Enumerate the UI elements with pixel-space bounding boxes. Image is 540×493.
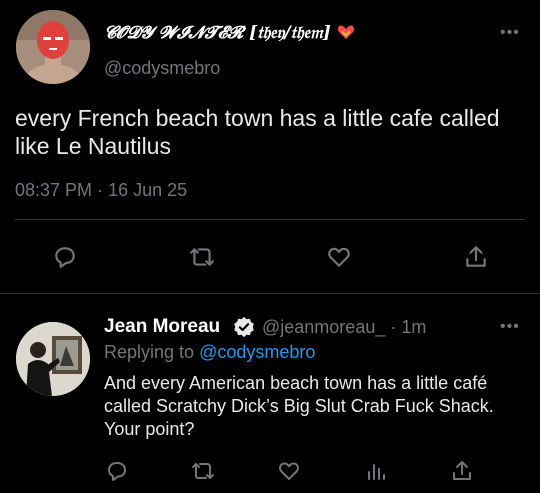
- avatar[interactable]: [16, 322, 90, 396]
- retweet-button[interactable]: [187, 455, 219, 487]
- replying-to: Replying to @codysmebro: [104, 342, 315, 363]
- display-name[interactable]: 𝓒𝓞𝓓𝓨 𝓦𝓘𝓝𝓣𝓔𝓡 [𝔱𝔥𝔢𝔶/𝔱𝔥𝔢𝔪]: [104, 23, 355, 43]
- avatar[interactable]: [16, 10, 90, 84]
- reply-button[interactable]: [101, 455, 133, 487]
- handle[interactable]: @jeanmoreau_: [262, 317, 385, 337]
- meta-separator: ·: [97, 180, 104, 200]
- tweet-timestamp: 08:37 PM · 16 Jun 25: [15, 180, 187, 201]
- replying-to-link[interactable]: @codysmebro: [199, 342, 315, 362]
- tweet-text: And every American beach town has a litt…: [104, 373, 494, 439]
- retweet-icon: [192, 463, 214, 479]
- tweet-time[interactable]: 08:37 PM: [15, 180, 92, 200]
- avatar-image: [16, 10, 90, 84]
- like-icon: [328, 247, 350, 267]
- reply-icon: [108, 462, 126, 481]
- replying-to-prefix: Replying to: [104, 342, 195, 362]
- retweet-icon: [190, 248, 214, 266]
- heart-on-fire-icon: [337, 25, 354, 39]
- more-options-icon[interactable]: •••: [500, 24, 520, 42]
- retweet-button[interactable]: [186, 241, 218, 273]
- display-name-text: 𝓒𝓞𝓓𝓨 𝓦𝓘𝓝𝓣𝓔𝓡 [𝔱𝔥𝔢𝔶/𝔱𝔥𝔢𝔪]: [104, 23, 331, 43]
- main-tweet: 𝓒𝓞𝓓𝓨 𝓦𝓘𝓝𝓣𝓔𝓡 [𝔱𝔥𝔢𝔶/𝔱𝔥𝔢𝔪] @codysmebro ••• …: [0, 0, 540, 290]
- analytics-button[interactable]: [360, 455, 392, 487]
- divider: [15, 219, 525, 220]
- like-icon: [279, 462, 299, 480]
- display-name[interactable]: Jean Moreau: [104, 316, 220, 338]
- avatar-image: [16, 322, 90, 396]
- tweet-time[interactable]: 1m: [401, 317, 426, 337]
- share-icon: [453, 461, 471, 480]
- share-button[interactable]: [460, 241, 492, 273]
- meta-separator: ·: [390, 317, 397, 337]
- reply-button[interactable]: [49, 241, 81, 273]
- reply-handle-line: @jeanmoreau_ · 1m: [262, 317, 426, 338]
- handle[interactable]: @codysmebro: [104, 58, 220, 79]
- verified-badge-icon: [234, 316, 254, 338]
- share-icon: [466, 246, 486, 267]
- tweet-date[interactable]: 16 Jun 25: [108, 180, 187, 200]
- tweet-text: every French beach town has a little caf…: [15, 105, 500, 159]
- like-button[interactable]: [273, 455, 305, 487]
- reply-icon: [55, 247, 75, 268]
- more-options-icon[interactable]: •••: [500, 318, 520, 336]
- like-button[interactable]: [323, 241, 355, 273]
- divider: [0, 293, 540, 294]
- analytics-icon: [368, 464, 385, 480]
- share-button[interactable]: [446, 455, 478, 487]
